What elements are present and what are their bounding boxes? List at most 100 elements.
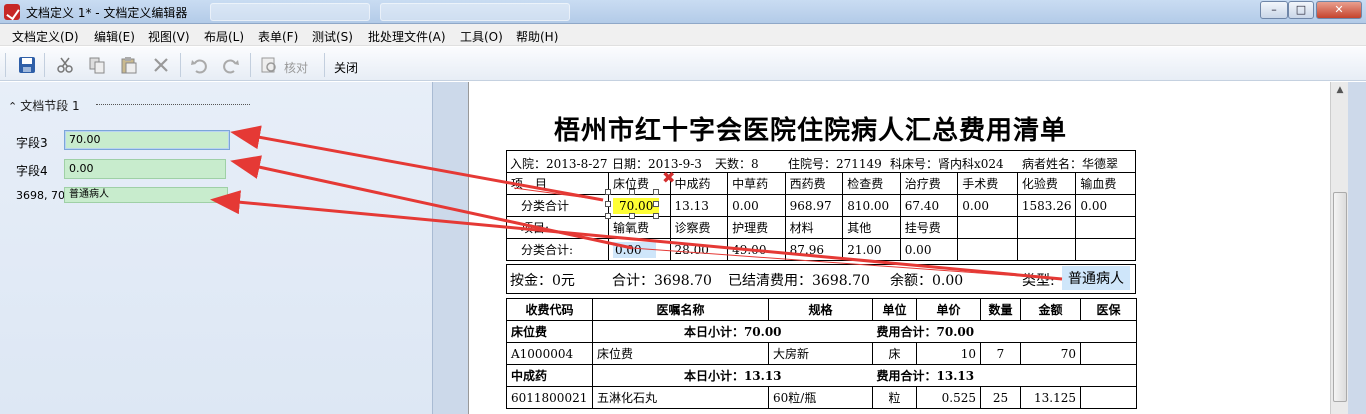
table-cell: 化验费 xyxy=(1016,172,1077,195)
panel-splitter[interactable] xyxy=(432,82,468,414)
paste-button[interactable] xyxy=(118,54,140,76)
deposit: 按金：0元 xyxy=(510,273,575,289)
save-button[interactable] xyxy=(16,54,38,76)
table-cell: 床位费 xyxy=(592,342,769,365)
paste-icon xyxy=(121,57,137,74)
table-row: 6011800021 五淋化石丸 60粒/瓶 粒 0.525 25 13.125 xyxy=(506,386,1137,409)
menu-batch-file[interactable]: 批处理文件(A) xyxy=(368,28,446,45)
table-cell: 67.40 xyxy=(899,194,959,217)
move-cursor-icon: ✖ xyxy=(662,168,676,187)
table-cell: 输氧费 xyxy=(607,216,671,239)
column-header: 单位 xyxy=(872,298,917,321)
resize-handle[interactable] xyxy=(653,213,659,219)
table-cell: 大房新 xyxy=(768,342,873,365)
close-window-button[interactable]: ✕ xyxy=(1316,1,1362,19)
proofread-button[interactable] xyxy=(258,54,280,76)
table-cell xyxy=(1016,238,1077,261)
patient-type-input[interactable]: 普通病人 xyxy=(64,187,228,203)
table-cell: 13.125 xyxy=(1020,386,1081,409)
collapse-chevron-icon[interactable]: ⌃ xyxy=(8,100,17,113)
menu-test[interactable]: 测试(S) xyxy=(312,28,353,45)
patient-type-field[interactable]: 普通病人 xyxy=(1062,266,1130,290)
table-cell: 分类合计 xyxy=(506,194,609,217)
section-header[interactable]: ⌃ 文档节段 1 xyxy=(8,97,80,114)
table-cell: 7 xyxy=(980,342,1021,365)
menu-edit[interactable]: 编辑(E) xyxy=(94,28,135,45)
minimize-button[interactable]: – xyxy=(1260,1,1288,19)
resize-handle[interactable] xyxy=(605,213,611,219)
table-cell: 项目: xyxy=(506,216,609,239)
table-cell: 西药费 xyxy=(784,172,844,195)
redo-button[interactable] xyxy=(220,54,242,76)
field-3-input[interactable]: 70.00 xyxy=(64,130,230,150)
table-cell: 6011800021 xyxy=(506,386,593,409)
table-cell xyxy=(1075,216,1136,239)
day-subtotal: 本日小计：13.13 xyxy=(592,364,873,387)
table-cell xyxy=(1075,238,1136,261)
group-row: 中成药 本日小计：13.13 费用合计：13.13 xyxy=(506,364,1137,387)
resize-handle[interactable] xyxy=(629,189,635,195)
table-cell: 10 xyxy=(916,342,981,365)
cut-button[interactable] xyxy=(54,54,76,76)
table-cell: 粒 xyxy=(872,386,917,409)
resize-handle[interactable] xyxy=(653,189,659,195)
table-row: 分类合计: 0.00 28.00 49.00 87.96 21.00 0.00 xyxy=(506,238,1136,261)
field-label: 3698, 70 xyxy=(16,189,65,202)
scrollbar-thumb[interactable] xyxy=(1333,192,1347,402)
group-row: 床位费 本日小计：70.00 费用合计：70.00 xyxy=(506,320,1137,343)
background-window-tab[interactable] xyxy=(210,3,370,21)
menu-form[interactable]: 表单(F) xyxy=(258,28,298,45)
column-header: 医保 xyxy=(1080,298,1137,321)
table-cell: 0.00 xyxy=(727,194,786,217)
proofread-label[interactable]: 核对 xyxy=(284,59,308,76)
table-cell: 中成药 xyxy=(669,172,729,195)
oxygen-fee-field[interactable]: 0.00 xyxy=(607,238,671,261)
resize-handle[interactable] xyxy=(605,189,611,195)
table-cell xyxy=(1016,216,1077,239)
table-cell: 床位费 xyxy=(607,172,671,195)
menu-document-definition[interactable]: 文档定义(D) xyxy=(12,28,79,45)
table-cell: 70 xyxy=(1020,342,1081,365)
bed-fee-field[interactable]: 70.00 xyxy=(607,194,671,217)
detail-table: 收费代码 医嘱名称 规格 单位 单价 数量 金额 医保 床位费 本日小计：70.… xyxy=(506,298,1137,409)
menu-view[interactable]: 视图(V) xyxy=(148,28,190,45)
fee-total: 费用合计：70.00 xyxy=(872,320,1137,343)
undo-button[interactable] xyxy=(188,54,210,76)
save-icon xyxy=(19,57,35,73)
table-cell: 13.13 xyxy=(669,194,729,217)
field-value[interactable]: 0.00 xyxy=(612,241,656,258)
field-label: 字段4 xyxy=(16,164,48,178)
table-cell: 中草药 xyxy=(727,172,786,195)
menu-tools[interactable]: 工具(O) xyxy=(460,28,503,45)
maximize-button[interactable]: □ xyxy=(1288,1,1314,19)
resize-handle[interactable] xyxy=(605,201,611,207)
table-cell xyxy=(957,216,1018,239)
cut-icon xyxy=(57,57,73,73)
section-divider xyxy=(96,104,250,105)
resize-handle[interactable] xyxy=(653,201,659,207)
table-cell: 其他 xyxy=(842,216,901,239)
menu-layout[interactable]: 布局(L) xyxy=(204,28,244,45)
copy-icon xyxy=(89,57,105,74)
table-cell: 0.00 xyxy=(957,194,1018,217)
vertical-scrollbar[interactable]: ▲ xyxy=(1330,82,1348,414)
menu-help[interactable]: 帮助(H) xyxy=(516,28,558,45)
table-cell: 床 xyxy=(872,342,917,365)
toolbar: 核对 关闭 xyxy=(0,47,1366,81)
table-row: 项 目 床位费 中成药 中草药 西药费 检查费 治疗费 手术费 化验费 输血费 xyxy=(506,172,1136,195)
delete-button[interactable] xyxy=(150,54,172,76)
menu-bar: 文档定义(D) 编辑(E) 视图(V) 布局(L) 表单(F) 测试(S) 批处… xyxy=(0,24,1366,46)
scroll-up-icon[interactable]: ▲ xyxy=(1334,84,1346,96)
field-label: 字段3 xyxy=(16,136,48,150)
table-cell: 护理费 xyxy=(727,216,786,239)
close-doc-button[interactable]: 关闭 xyxy=(334,59,358,76)
table-cell: 检查费 xyxy=(842,172,901,195)
field-4-input[interactable]: 0.00 xyxy=(64,159,226,179)
resize-handle[interactable] xyxy=(629,213,635,219)
redo-icon xyxy=(223,59,239,74)
table-cell xyxy=(957,238,1018,261)
table-cell: 诊察费 xyxy=(669,216,729,239)
group-name: 床位费 xyxy=(506,320,593,343)
copy-button[interactable] xyxy=(86,54,108,76)
table-cell: 28.00 xyxy=(669,238,729,261)
